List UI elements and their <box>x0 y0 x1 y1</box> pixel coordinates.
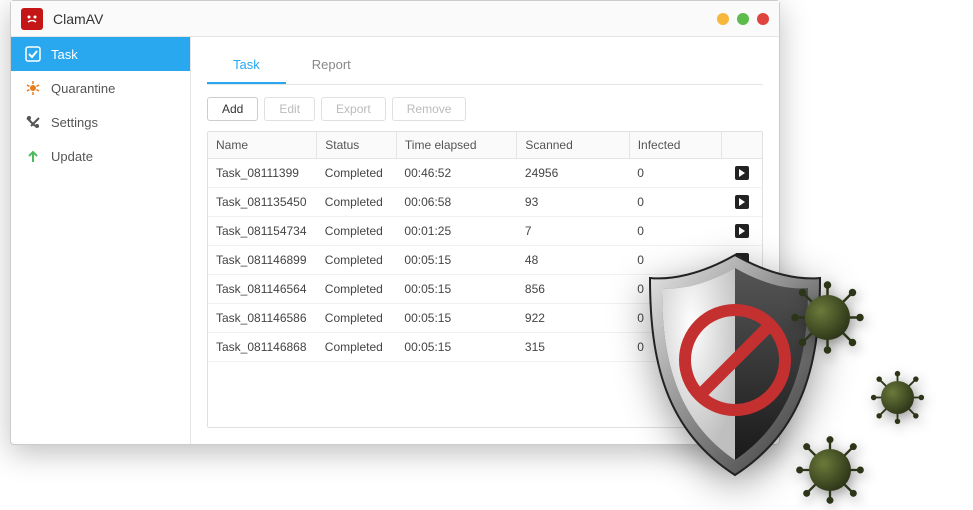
cell-infected: 0 <box>629 333 721 362</box>
sidebar-item-quarantine[interactable]: Quarantine <box>11 71 190 105</box>
table-row[interactable]: Task_081146586Completed00:05:159220 <box>208 304 762 333</box>
play-button[interactable] <box>735 311 749 325</box>
cell-action <box>721 246 762 275</box>
virus-icon <box>790 280 865 355</box>
table-row[interactable]: Task_081146899Completed00:05:15480 <box>208 246 762 275</box>
col-header-infected[interactable]: Infected <box>629 132 721 159</box>
col-header-action <box>721 132 762 159</box>
table-header-row: Name Status Time elapsed Scanned Infecte… <box>208 132 762 159</box>
cell-action <box>721 275 762 304</box>
update-icon <box>25 148 41 164</box>
sidebar-item-label: Settings <box>51 115 98 130</box>
cell-infected: 0 <box>629 188 721 217</box>
app-window: ClamAV Task Quarantine <box>10 0 780 445</box>
sidebar-item-update[interactable]: Update <box>11 139 190 173</box>
cell-infected: 0 <box>629 159 721 188</box>
window-body: Task Quarantine Settings Update <box>11 37 779 444</box>
cell-action <box>721 159 762 188</box>
cell-status: Completed <box>317 217 397 246</box>
col-header-time[interactable]: Time elapsed <box>396 132 516 159</box>
settings-icon <box>25 114 41 130</box>
cell-status: Completed <box>317 333 397 362</box>
play-button[interactable] <box>735 340 749 354</box>
cell-scanned: 24956 <box>517 159 629 188</box>
app-title: ClamAV <box>53 11 717 27</box>
sidebar-item-settings[interactable]: Settings <box>11 105 190 139</box>
tab-report[interactable]: Report <box>286 47 377 84</box>
cell-status: Completed <box>317 159 397 188</box>
cell-name: Task_081154734 <box>208 217 317 246</box>
sidebar-item-label: Task <box>51 47 78 62</box>
cell-scanned: 7 <box>517 217 629 246</box>
cell-name: Task_081135450 <box>208 188 317 217</box>
col-header-status[interactable]: Status <box>317 132 397 159</box>
table-row[interactable]: Task_081135450Completed00:06:58930 <box>208 188 762 217</box>
tab-bar: Task Report <box>207 47 763 85</box>
cell-time: 00:05:15 <box>396 275 516 304</box>
cell-action <box>721 333 762 362</box>
cell-time: 00:05:15 <box>396 304 516 333</box>
play-button[interactable] <box>735 224 749 238</box>
cell-name: Task_081146868 <box>208 333 317 362</box>
cell-time: 00:05:15 <box>396 333 516 362</box>
table-row[interactable]: Task_081146564Completed00:05:158560 <box>208 275 762 304</box>
cell-name: Task_081146586 <box>208 304 317 333</box>
cell-scanned: 922 <box>517 304 629 333</box>
cell-scanned: 48 <box>517 246 629 275</box>
check-icon <box>25 46 41 62</box>
close-button[interactable] <box>757 13 769 25</box>
edit-button[interactable]: Edit <box>264 97 315 121</box>
sidebar: Task Quarantine Settings Update <box>11 37 191 444</box>
cell-infected: 0 <box>629 246 721 275</box>
minimize-button[interactable] <box>717 13 729 25</box>
play-button[interactable] <box>735 282 749 296</box>
export-button[interactable]: Export <box>321 97 386 121</box>
cell-scanned: 856 <box>517 275 629 304</box>
sidebar-item-label: Update <box>51 149 93 164</box>
cell-infected: 0 <box>629 275 721 304</box>
cell-time: 00:01:25 <box>396 217 516 246</box>
app-logo-icon <box>21 8 43 30</box>
cell-action <box>721 217 762 246</box>
play-button[interactable] <box>735 195 749 209</box>
col-header-scanned[interactable]: Scanned <box>517 132 629 159</box>
cell-time: 00:46:52 <box>396 159 516 188</box>
table-row[interactable]: Task_081146868Completed00:05:153150 <box>208 333 762 362</box>
play-button[interactable] <box>735 253 749 267</box>
toolbar: Add Edit Export Remove <box>207 85 763 131</box>
cell-status: Completed <box>317 275 397 304</box>
cell-time: 00:06:58 <box>396 188 516 217</box>
cell-name: Task_081146899 <box>208 246 317 275</box>
cell-name: Task_081146564 <box>208 275 317 304</box>
window-controls <box>717 13 769 25</box>
cell-status: Completed <box>317 246 397 275</box>
sidebar-item-task[interactable]: Task <box>11 37 190 71</box>
quarantine-icon <box>25 80 41 96</box>
cell-time: 00:05:15 <box>396 246 516 275</box>
cell-scanned: 315 <box>517 333 629 362</box>
sidebar-item-label: Quarantine <box>51 81 115 96</box>
cell-infected: 0 <box>629 217 721 246</box>
tab-task[interactable]: Task <box>207 47 286 84</box>
maximize-button[interactable] <box>737 13 749 25</box>
remove-button[interactable]: Remove <box>392 97 467 121</box>
virus-icon <box>870 370 925 425</box>
cell-action <box>721 188 762 217</box>
cell-name: Task_08111399 <box>208 159 317 188</box>
cell-scanned: 93 <box>517 188 629 217</box>
task-table: Name Status Time elapsed Scanned Infecte… <box>207 131 763 428</box>
virus-icon <box>795 435 865 505</box>
table-row[interactable]: Task_081154734Completed00:01:2570 <box>208 217 762 246</box>
cell-status: Completed <box>317 188 397 217</box>
cell-status: Completed <box>317 304 397 333</box>
cell-action <box>721 304 762 333</box>
col-header-name[interactable]: Name <box>208 132 317 159</box>
cell-infected: 0 <box>629 304 721 333</box>
add-button[interactable]: Add <box>207 97 258 121</box>
play-button[interactable] <box>735 166 749 180</box>
main-panel: Task Report Add Edit Export Remove Name … <box>191 37 779 444</box>
table-row[interactable]: Task_08111399Completed00:46:52249560 <box>208 159 762 188</box>
titlebar: ClamAV <box>11 1 779 37</box>
